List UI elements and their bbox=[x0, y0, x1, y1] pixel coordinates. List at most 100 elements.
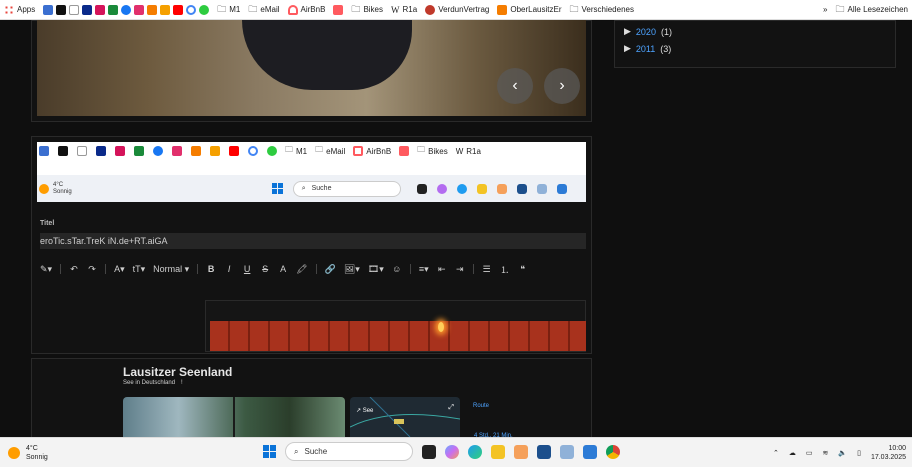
instagram-icon[interactable] bbox=[134, 4, 145, 15]
video-icon[interactable]: 🎞▾ bbox=[368, 263, 384, 275]
amazon-icon[interactable] bbox=[69, 4, 80, 15]
bookmark-apps[interactable]: Apps bbox=[0, 0, 39, 20]
underline-icon[interactable]: U bbox=[242, 263, 252, 275]
edge-icon bbox=[456, 183, 467, 194]
store-icon[interactable] bbox=[537, 444, 551, 459]
image-icon[interactable]: 🖼▾ bbox=[344, 263, 360, 275]
facebook-icon[interactable] bbox=[121, 4, 132, 15]
app-icon bbox=[416, 183, 427, 194]
wikipedia-icon: W bbox=[391, 4, 400, 15]
windows-start-icon bbox=[271, 183, 283, 194]
speaker-icon[interactable]: 🔈 bbox=[838, 449, 847, 457]
align-icon[interactable]: ≡▾ bbox=[419, 263, 429, 275]
weather-widget[interactable]: 4°C Sonnig bbox=[8, 444, 48, 462]
media-app-icon[interactable] bbox=[514, 444, 528, 459]
app-icon bbox=[556, 183, 567, 194]
title-input[interactable]: eroTic.sTar.TreK iN.de+RT.aiGA bbox=[40, 233, 586, 249]
place-photo[interactable] bbox=[123, 397, 345, 437]
font-size-icon[interactable]: tT▾ bbox=[133, 263, 146, 275]
chevron-up-icon[interactable]: ⌃ bbox=[773, 449, 779, 457]
bookmark-verdunvertrag[interactable]: VerdunVertrag bbox=[421, 0, 493, 20]
map-roads bbox=[350, 397, 460, 437]
bookmark-airbnb-2[interactable] bbox=[329, 0, 347, 20]
site-icon[interactable] bbox=[199, 4, 210, 15]
screenshot-bookmarks: 🗀 M1 🗀 eMail AirBnB 🗀 Bikes W R1a bbox=[37, 142, 586, 160]
airbnb-icon bbox=[333, 4, 344, 15]
bookmark-email[interactable]: 🗀 eMail bbox=[244, 0, 283, 20]
link-icon[interactable]: 🔗 bbox=[325, 263, 336, 275]
blogger-icon[interactable] bbox=[147, 4, 158, 15]
app-icon[interactable] bbox=[560, 444, 574, 459]
format-dropdown[interactable]: Normal ▾ bbox=[153, 263, 189, 275]
expand-icon[interactable]: ⤢ bbox=[448, 404, 454, 412]
clock[interactable]: 10:00 17.03.2025 bbox=[871, 444, 906, 462]
archive-item-2011[interactable]: ▶ 2011 (3) bbox=[624, 43, 671, 54]
highlight-icon[interactable]: 🖍 bbox=[296, 263, 307, 275]
bookmark-oberlausitzer[interactable]: OberLausitzEr bbox=[493, 0, 565, 20]
undo-icon[interactable]: ↶ bbox=[69, 263, 79, 275]
youtube-icon bbox=[229, 146, 239, 156]
info-icon[interactable]: ! bbox=[181, 380, 183, 386]
bullet-list-icon[interactable]: ☰ bbox=[482, 263, 492, 275]
sun-icon bbox=[8, 447, 20, 459]
site-icon[interactable] bbox=[95, 4, 106, 15]
folder-icon: 🗀 bbox=[217, 3, 227, 14]
archive-year-link[interactable]: 2011 bbox=[636, 44, 655, 54]
site-icon[interactable] bbox=[108, 4, 119, 15]
cloud-icon[interactable]: ☁ bbox=[789, 449, 796, 457]
windows-start-icon[interactable] bbox=[263, 445, 276, 458]
chrome-icon[interactable] bbox=[606, 444, 620, 459]
notion-icon[interactable] bbox=[56, 4, 67, 15]
bookmarks-more-button[interactable]: » bbox=[819, 0, 831, 20]
italic-icon[interactable]: I bbox=[224, 263, 234, 275]
folder-icon: 🗀 bbox=[569, 3, 579, 14]
site-icon bbox=[210, 146, 220, 156]
photo-divider bbox=[233, 397, 235, 437]
indent-increase-icon[interactable]: ⇥ bbox=[455, 263, 465, 275]
taskbar-search[interactable]: ⌕ Suche bbox=[285, 442, 413, 461]
file-explorer-icon[interactable] bbox=[491, 444, 505, 459]
copilot-icon[interactable] bbox=[445, 444, 459, 459]
youtube-icon[interactable] bbox=[173, 4, 184, 15]
place-title: Lausitzer Seenland bbox=[123, 365, 233, 379]
wifi-icon[interactable]: ≋ bbox=[823, 449, 829, 457]
site-icon[interactable] bbox=[43, 4, 54, 15]
site-icon[interactable] bbox=[160, 4, 171, 15]
search-icon: ⌕ bbox=[301, 184, 306, 192]
editor-toolbar: ✎▾ ↶ ↷ A▾ tT▾ Normal ▾ B I U S A 🖍 🔗 🖼▾ … bbox=[40, 262, 586, 276]
text-color-icon[interactable]: A bbox=[278, 263, 288, 275]
task-view-icon[interactable] bbox=[422, 444, 436, 459]
monitor-icon[interactable]: ▭ bbox=[806, 449, 813, 457]
brick-fire-image bbox=[210, 321, 586, 351]
numbered-list-icon[interactable]: ⒈ bbox=[500, 263, 510, 275]
gallery-next-button[interactable]: › bbox=[544, 68, 580, 104]
bookmark-m1[interactable]: 🗀 M1 bbox=[213, 0, 244, 20]
bookmark-airbnb[interactable]: AirBnB bbox=[284, 0, 330, 20]
bookmark-bikes[interactable]: 🗀 Bikes bbox=[347, 0, 387, 20]
strikethrough-icon[interactable]: S bbox=[260, 263, 270, 275]
paypal-icon[interactable] bbox=[82, 4, 93, 15]
battery-icon[interactable]: ▯ bbox=[857, 449, 861, 457]
expand-arrow-icon[interactable]: ▶ bbox=[624, 26, 631, 37]
edge-icon[interactable] bbox=[468, 444, 482, 459]
bookmark-r1a[interactable]: W R1a bbox=[387, 0, 421, 20]
google-icon bbox=[248, 146, 258, 156]
pencil-icon[interactable]: ✎▾ bbox=[40, 263, 52, 275]
gallery-prev-button[interactable]: ‹ bbox=[497, 68, 533, 104]
route-link[interactable]: Route bbox=[473, 403, 489, 409]
text-style-icon[interactable]: A▾ bbox=[114, 263, 125, 275]
map-preview[interactable]: ↗ See ⤢ bbox=[350, 397, 460, 437]
expand-arrow-icon[interactable]: ▶ bbox=[624, 43, 631, 54]
indent-decrease-icon[interactable]: ⇤ bbox=[437, 263, 447, 275]
emoji-icon[interactable]: ☺ bbox=[392, 263, 402, 275]
quote-icon[interactable]: ❝ bbox=[518, 263, 528, 275]
redo-icon[interactable]: ↷ bbox=[87, 263, 97, 275]
archive-item-2020[interactable]: ▶ 2020 (1) bbox=[624, 26, 672, 37]
folder-icon bbox=[476, 183, 487, 194]
bookmark-verschiedenes[interactable]: 🗀 Verschiedenes bbox=[565, 0, 638, 20]
bold-icon[interactable]: B bbox=[206, 263, 216, 275]
archive-year-link[interactable]: 2020 bbox=[636, 27, 656, 37]
photos-icon[interactable] bbox=[583, 444, 597, 459]
google-icon[interactable] bbox=[186, 4, 197, 15]
bookmark-all[interactable]: 🗀 Alle Lesezeichen bbox=[832, 0, 912, 20]
